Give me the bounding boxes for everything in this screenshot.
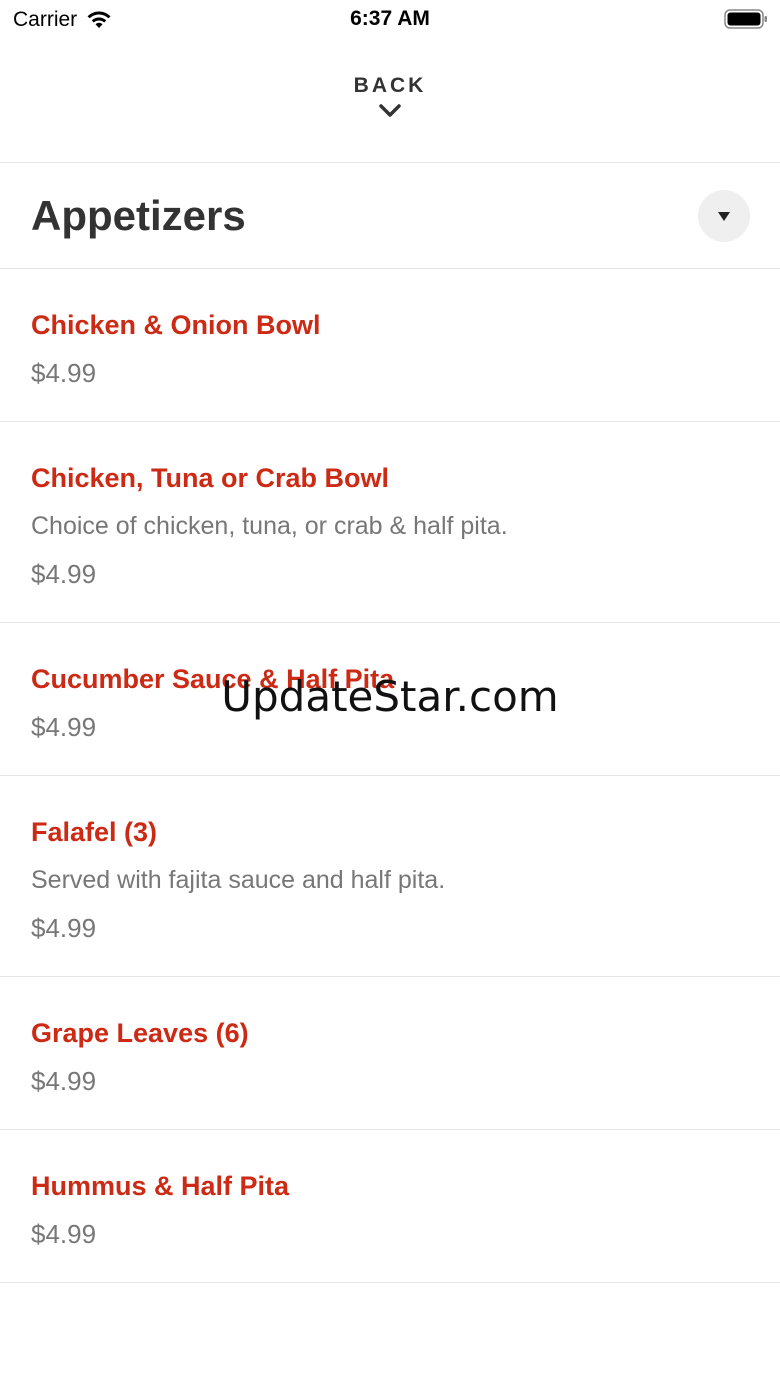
back-button[interactable]: BACK xyxy=(0,62,780,162)
clock: 6:37 AM xyxy=(350,7,430,30)
menu-item[interactable]: Cucumber Sauce & Half Pita $4.99 xyxy=(0,623,780,776)
menu-item[interactable]: Hummus & Half Pita $4.99 xyxy=(0,1130,780,1283)
status-bar: Carrier 6:37 AM xyxy=(0,0,780,40)
menu-item[interactable]: Chicken, Tuna or Crab Bowl Choice of chi… xyxy=(0,422,780,623)
item-price: $4.99 xyxy=(31,1219,97,1249)
item-name: Hummus & Half Pita xyxy=(31,1171,290,1201)
category-title: Appetizers xyxy=(31,192,246,239)
item-name: Chicken & Onion Bowl xyxy=(31,310,321,340)
menu-list: Chicken & Onion Bowl $4.99 Chicken, Tuna… xyxy=(0,269,780,1283)
item-name: Falafel (3) xyxy=(31,817,158,847)
item-name: Cucumber Sauce & Half Pita xyxy=(31,664,395,694)
battery-icon xyxy=(724,9,767,29)
menu-item[interactable]: Falafel (3) Served with fajita sauce and… xyxy=(0,776,780,977)
item-description: Served with fajita sauce and half pita. xyxy=(31,866,446,894)
item-price: $4.99 xyxy=(31,358,97,388)
item-description: Choice of chicken, tuna, or crab & half … xyxy=(31,512,508,540)
item-name: Grape Leaves (6) xyxy=(31,1018,249,1048)
chevron-down-icon xyxy=(379,104,401,117)
category-header: Appetizers xyxy=(0,164,780,268)
item-name: Chicken, Tuna or Crab Bowl xyxy=(31,463,390,493)
caret-down-icon xyxy=(718,211,730,221)
item-price: $4.99 xyxy=(31,1066,97,1096)
item-price: $4.99 xyxy=(31,559,97,589)
menu-item[interactable]: Grape Leaves (6) $4.99 xyxy=(0,977,780,1130)
back-label: BACK xyxy=(353,74,427,97)
item-price: $4.99 xyxy=(31,712,97,742)
item-price: $4.99 xyxy=(31,913,97,943)
divider xyxy=(0,162,780,163)
menu-item[interactable]: Chicken & Onion Bowl $4.99 xyxy=(0,269,780,422)
category-dropdown-button[interactable] xyxy=(698,190,750,242)
